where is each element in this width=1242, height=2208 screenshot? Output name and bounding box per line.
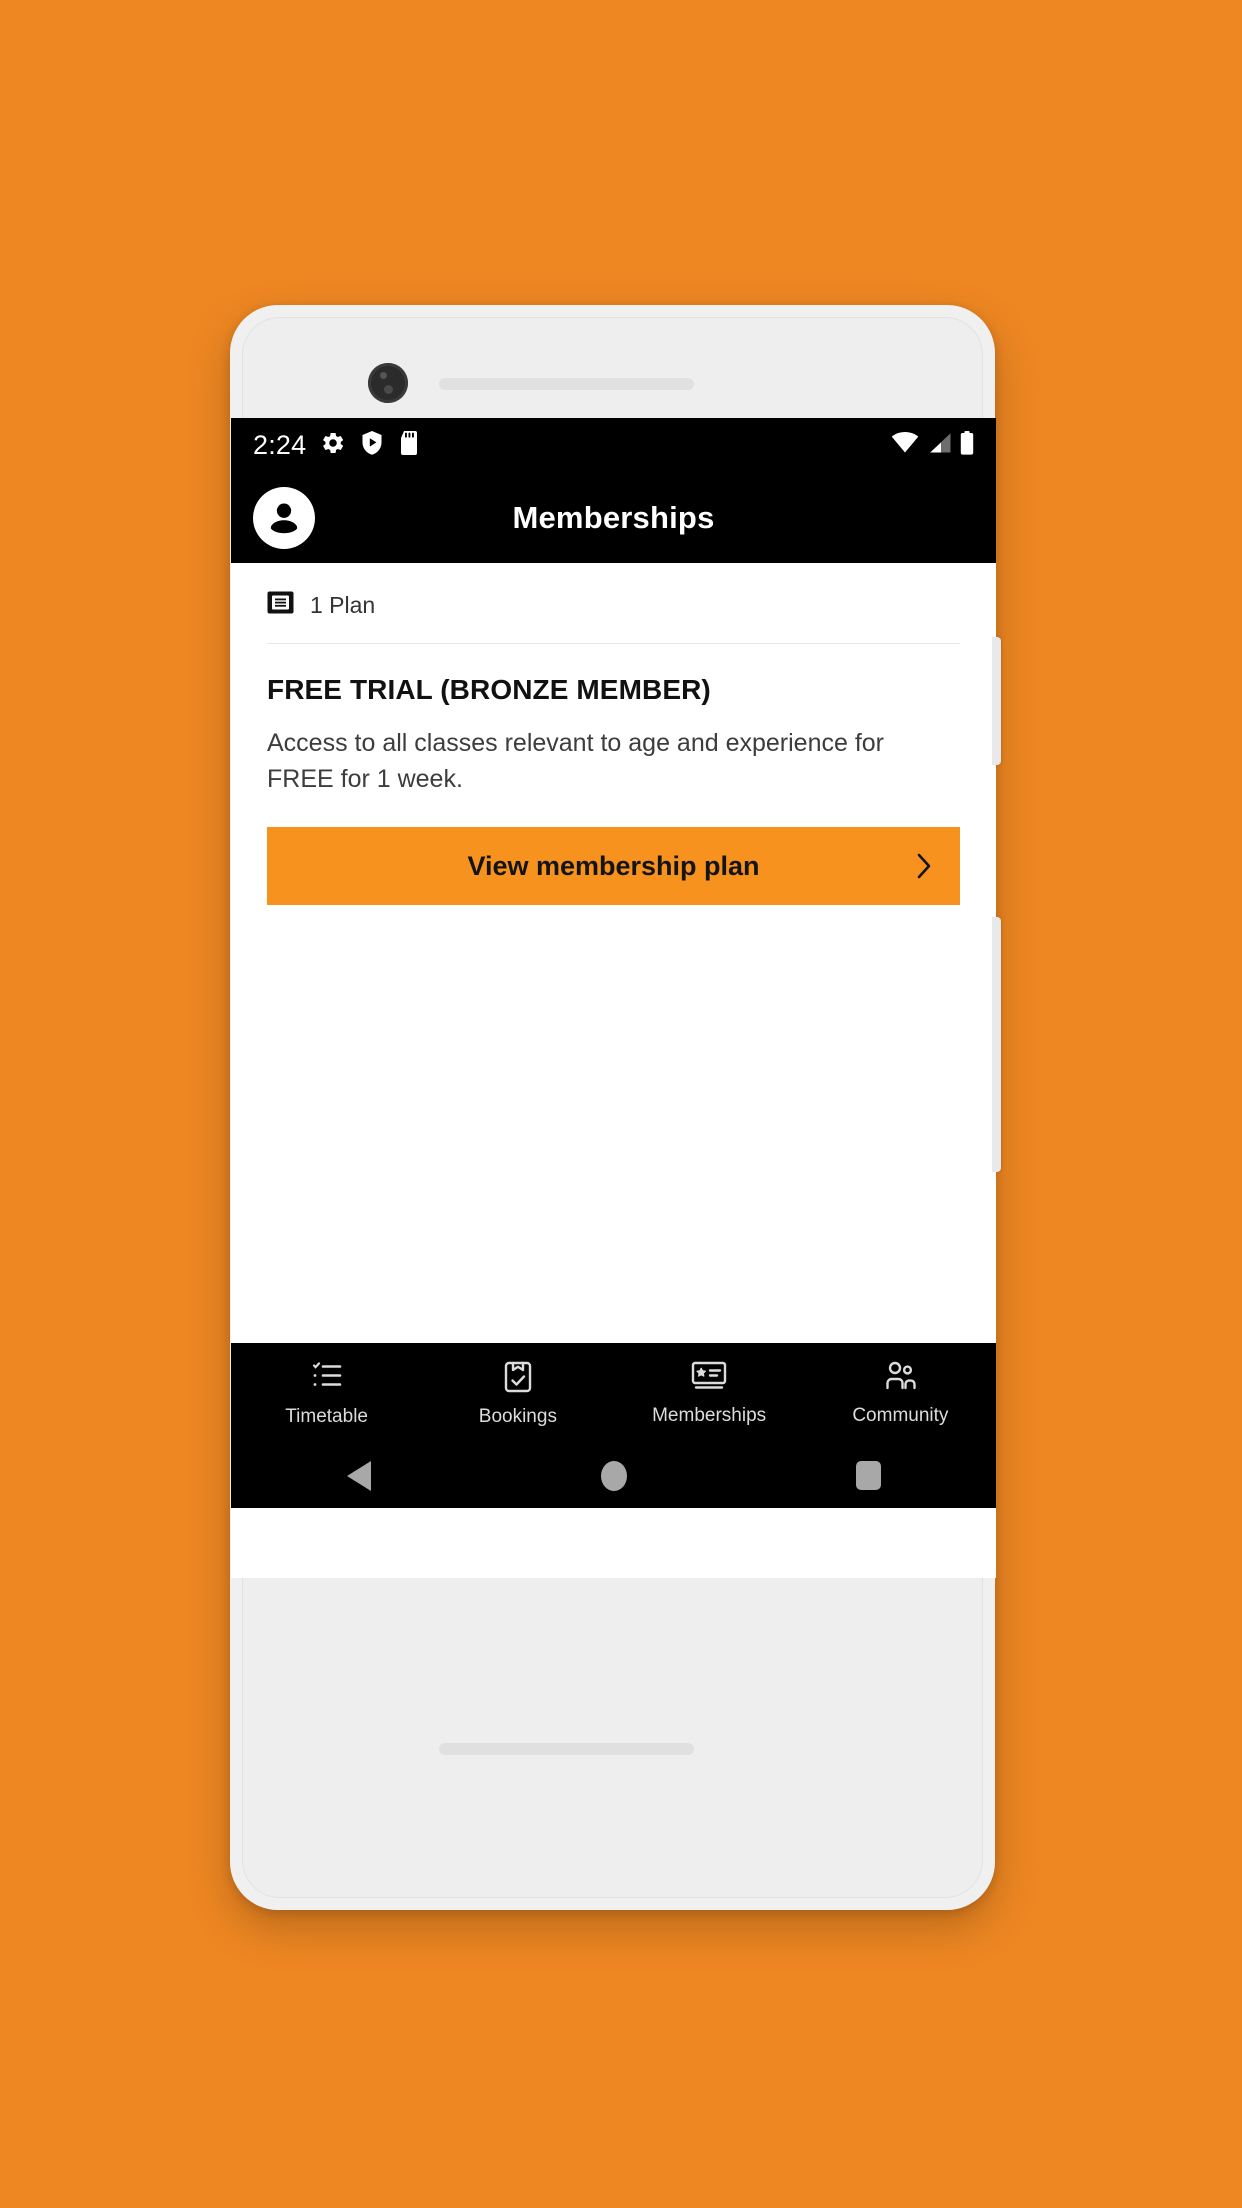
page-title: Memberships [512,500,715,535]
home-circle-icon [600,1460,627,1491]
view-membership-plan-button[interactable]: View membership plan [267,827,960,905]
wifi-icon [891,432,919,459]
volume-rocker[interactable] [992,917,1001,1172]
front-camera-icon [368,363,408,403]
plan-count-row: 1 Plan [231,563,996,643]
tab-bookings[interactable]: Bookings [422,1359,613,1428]
cellular-signal-icon [927,432,952,459]
nav-back-button[interactable] [231,1460,486,1491]
tab-timetable-label: Timetable [285,1405,368,1427]
tab-bookings-label: Bookings [478,1405,557,1427]
gear-icon [320,430,346,461]
phone-screen: 2:24 Memberships 1 Plan FREE TRIAL (BRON… [231,418,996,1578]
tab-memberships[interactable]: Memberships [614,1360,805,1427]
nav-recents-button[interactable] [741,1461,996,1490]
earpiece-speaker [439,378,694,390]
shield-play-icon [360,430,384,461]
power-button[interactable] [992,637,1001,765]
main-content: 1 Plan FREE TRIAL (BRONZE MEMBER) Access… [231,563,996,1508]
battery-icon [960,431,974,460]
status-bar-right [891,431,974,460]
plan-block: FREE TRIAL (BRONZE MEMBER) Access to all… [231,644,996,905]
phone-device: 2:24 Memberships 1 Plan FREE TRIAL (BRON… [230,305,1001,1910]
plan-count-label: 1 Plan [310,591,376,618]
membership-card-icon [690,1360,728,1397]
tab-timetable[interactable]: Timetable [231,1359,422,1428]
recents-square-icon [856,1461,881,1490]
status-time: 2:24 [253,430,307,460]
tab-community[interactable]: Community [805,1360,996,1427]
status-bar: 2:24 [231,418,996,473]
plan-description: Access to all classes relevant to age an… [267,729,885,793]
avatar[interactable] [253,487,315,549]
app-bar: Memberships [231,473,996,563]
people-group-icon [882,1360,918,1397]
back-triangle-icon [346,1460,371,1491]
tab-community-label: Community [852,1404,949,1426]
phone-bezel: 2:24 Memberships 1 Plan FREE TRIAL (BRON… [231,317,996,1898]
android-navigation-bar [231,1443,996,1508]
sd-card-icon [398,430,420,461]
person-icon [270,503,298,534]
status-bar-left: 2:24 [253,430,420,461]
timetable-list-icon [309,1359,345,1398]
plan-card-icon [267,591,294,619]
clipboard-check-icon [502,1359,534,1398]
bottom-speaker [439,1743,694,1755]
plan-title: FREE TRIAL (BRONZE MEMBER) [267,674,711,705]
bottom-tab-bar: Timetable Bookings Memberships Community [231,1343,996,1443]
view-membership-plan-label: View membership plan [467,850,760,881]
tab-memberships-label: Memberships [652,1404,767,1426]
nav-home-button[interactable] [486,1460,741,1491]
